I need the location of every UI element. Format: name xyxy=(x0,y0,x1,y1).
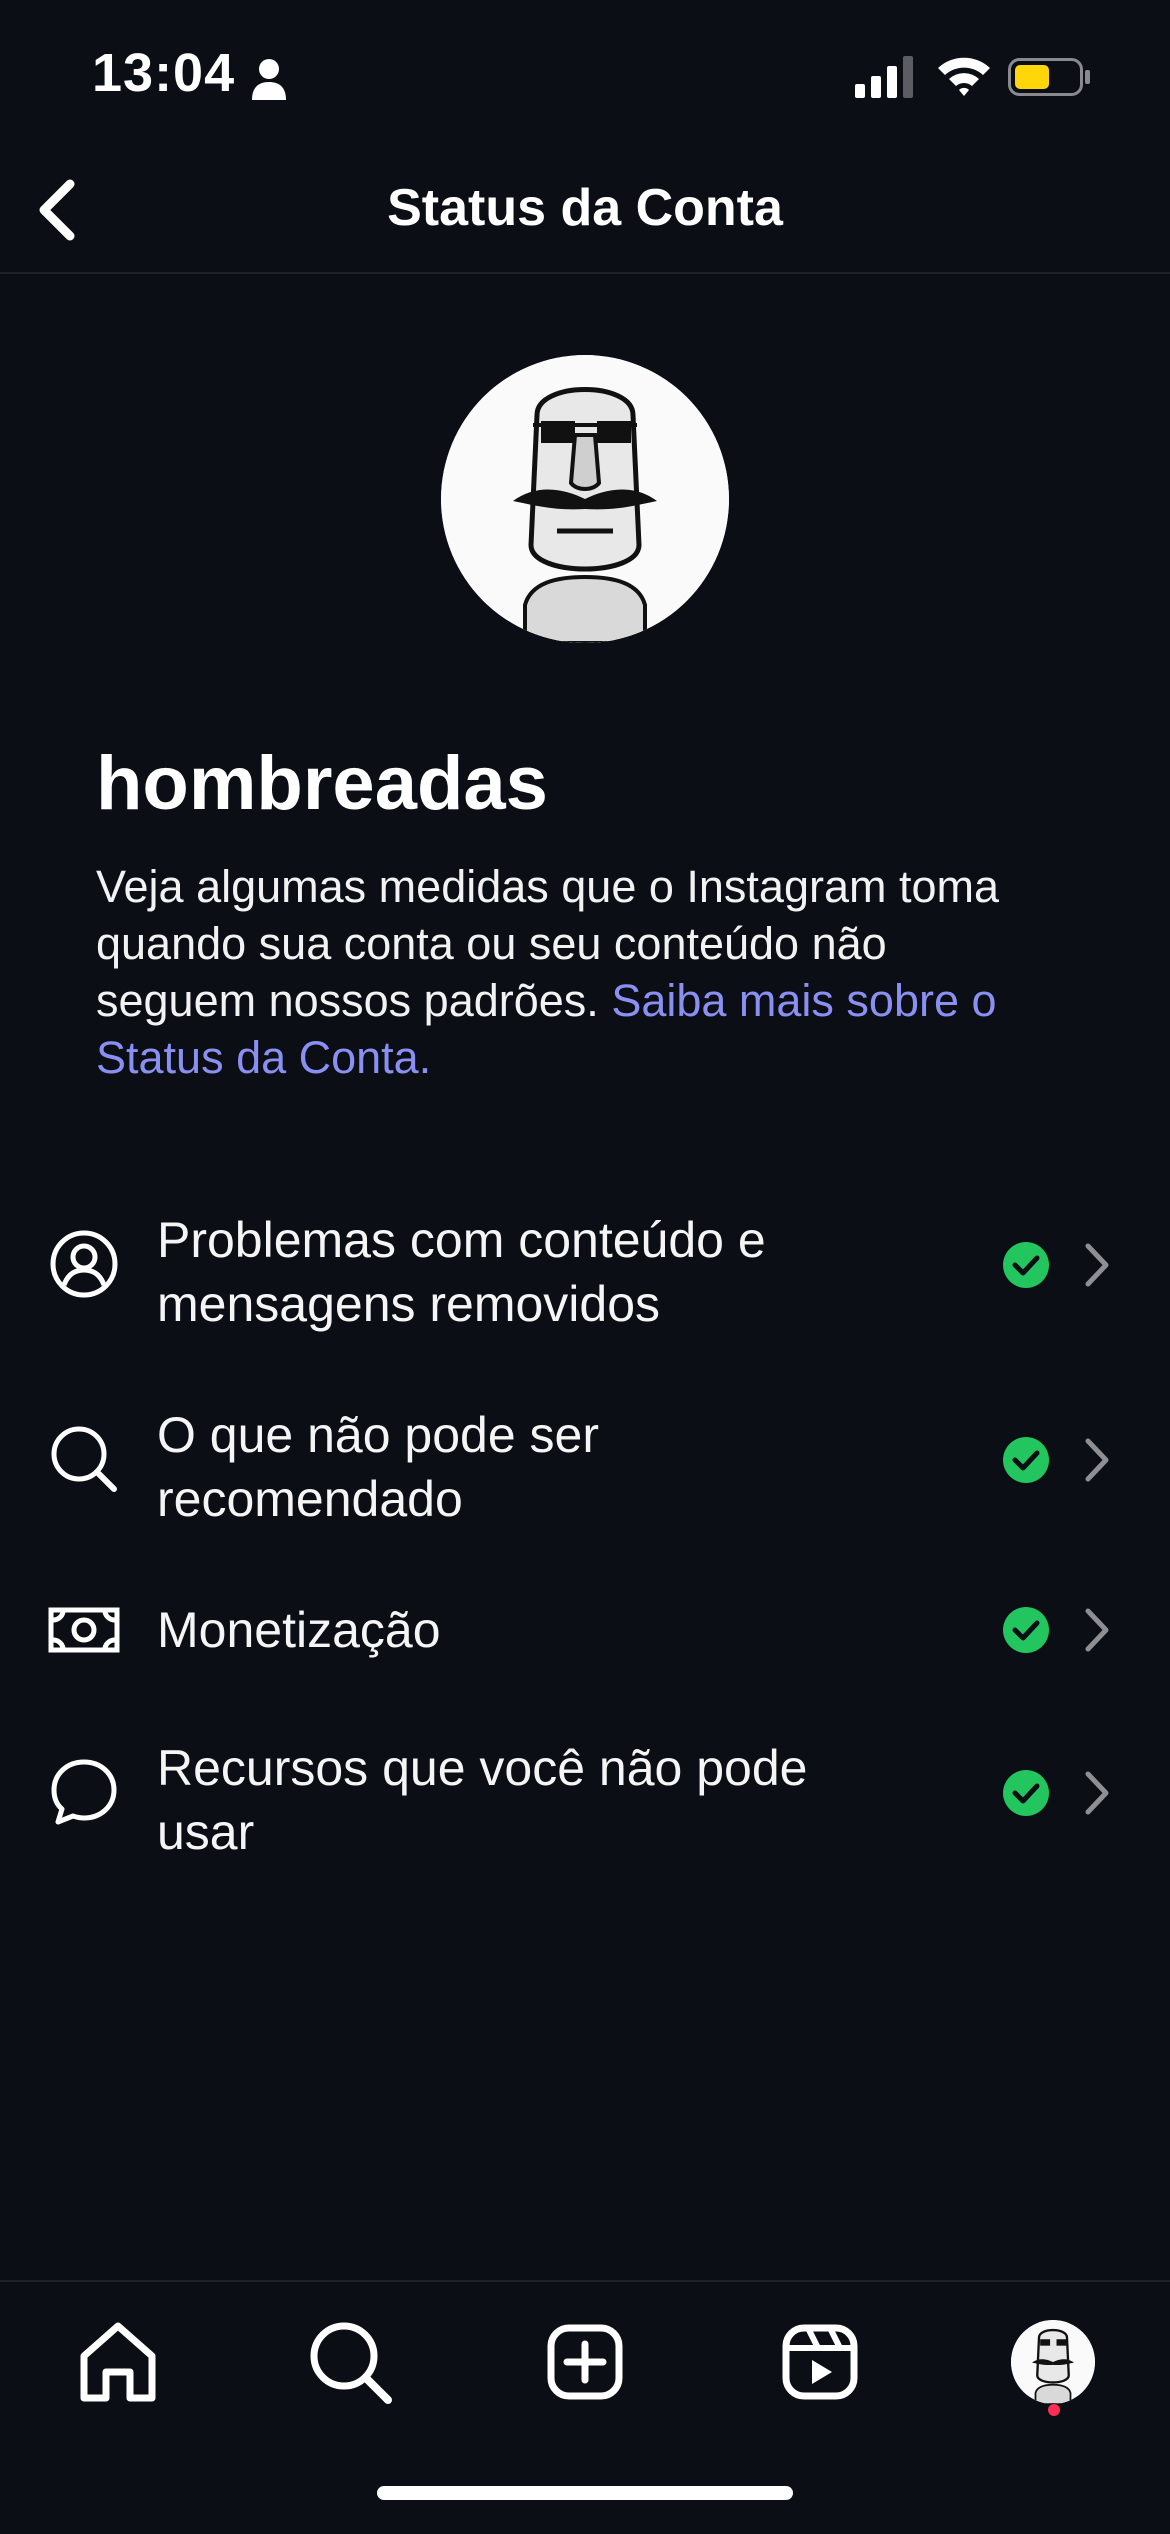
status-item-label: Problemas com conteúdo e mensagens remov… xyxy=(157,1212,766,1332)
check-circle-icon xyxy=(1003,1770,1049,1816)
chevron-right-icon xyxy=(1085,1771,1109,1815)
status-time: 13:04 xyxy=(92,43,236,103)
cellular-signal-icon xyxy=(855,56,913,98)
check-circle-icon xyxy=(1003,1607,1049,1653)
status-item-not-recommended[interactable]: O que não pode ser recomendado xyxy=(0,1385,1170,1535)
status-item-label: O que não pode ser recomendado xyxy=(157,1407,599,1527)
status-item-label: Monetização xyxy=(157,1602,441,1658)
page-title: Status da Conta xyxy=(387,179,783,237)
check-circle-icon xyxy=(1003,1437,1049,1483)
tab-create[interactable] xyxy=(535,2312,635,2412)
person-icon xyxy=(252,59,286,100)
status-item-label: Recursos que você não pode usar xyxy=(157,1740,808,1860)
home-icon xyxy=(80,2322,156,2402)
reels-icon xyxy=(782,2324,858,2400)
chevron-right-icon xyxy=(1085,1438,1109,1482)
money-icon xyxy=(48,1607,120,1653)
create-icon xyxy=(547,2324,623,2400)
home-indicator xyxy=(377,2486,793,2500)
wifi-icon xyxy=(938,57,990,96)
tab-home[interactable] xyxy=(68,2312,168,2412)
tab-search[interactable] xyxy=(300,2312,400,2412)
profile-avatar-icon xyxy=(1011,2320,1095,2404)
moai-mustache-avatar-image xyxy=(441,355,729,643)
chevron-right-icon xyxy=(1085,1243,1109,1287)
check-circle-icon xyxy=(1003,1242,1049,1288)
chevron-right-icon xyxy=(1085,1608,1109,1652)
account-status-description: Veja algumas medidas que o Instagram tom… xyxy=(96,858,1056,1086)
tab-reels[interactable] xyxy=(770,2312,870,2412)
person-circle-icon xyxy=(50,1230,118,1298)
chat-bubble-icon xyxy=(51,1759,117,1825)
header: Status da Conta xyxy=(0,150,1170,274)
search-icon xyxy=(310,2322,392,2404)
profile-avatar xyxy=(441,355,729,643)
status-item-restricted-features[interactable]: Recursos que você não pode usar xyxy=(0,1718,1170,1868)
battery-icon xyxy=(1008,58,1090,96)
notification-dot xyxy=(1048,2404,1060,2416)
status-bar: 13:04 xyxy=(0,0,1170,150)
status-item-monetization[interactable]: Monetização xyxy=(0,1580,1170,1680)
search-icon xyxy=(51,1426,117,1492)
username: hombreadas xyxy=(96,741,548,826)
tab-profile[interactable] xyxy=(1011,2320,1095,2404)
status-item-removed-content[interactable]: Problemas com conteúdo e mensagens remov… xyxy=(0,1190,1170,1340)
